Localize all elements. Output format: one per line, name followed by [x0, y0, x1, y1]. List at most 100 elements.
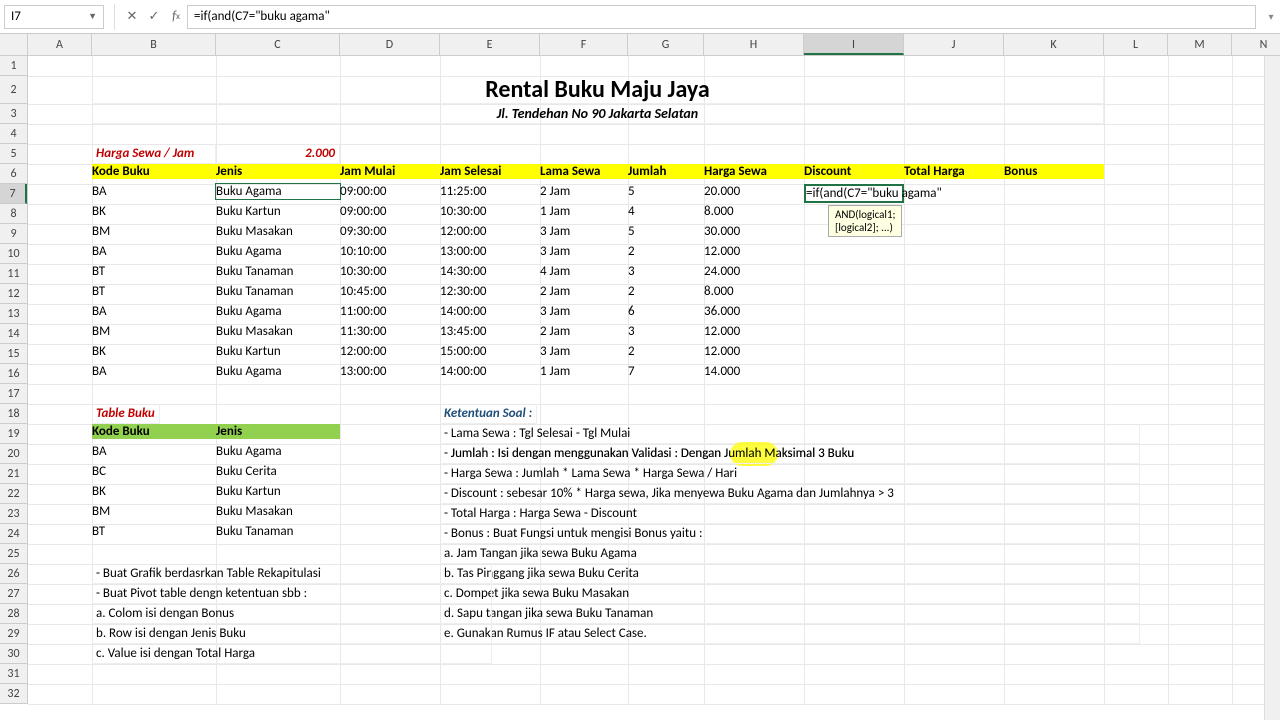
- row-header-19[interactable]: 19: [0, 424, 27, 444]
- formula-input[interactable]: =if(and(C7="buku agama": [187, 5, 1256, 29]
- row-header-4[interactable]: 4: [0, 124, 27, 144]
- vertical-scrollbar[interactable]: [1264, 56, 1280, 720]
- buku-kode-0[interactable]: BA: [92, 444, 216, 459]
- row-header-3[interactable]: 3: [0, 104, 27, 124]
- cell-r7-c7[interactable]: =if(and(C7="buku agama": [804, 184, 904, 203]
- cell-r13-c5[interactable]: 6: [628, 304, 704, 319]
- cell-r11-c3[interactable]: 14:30:00: [440, 264, 540, 279]
- cell-r9-c0[interactable]: BM: [92, 224, 216, 239]
- cell-r9-c3[interactable]: 12:00:00: [440, 224, 540, 239]
- col-header-E[interactable]: E: [440, 34, 540, 55]
- cell-r8-c2[interactable]: 09:00:00: [340, 204, 440, 219]
- cell-r11-c6[interactable]: 24.000: [704, 264, 804, 279]
- cell-r12-c5[interactable]: 2: [628, 284, 704, 299]
- cell-r12-c4[interactable]: 2 Jam: [540, 284, 628, 299]
- col-header-F[interactable]: F: [540, 34, 628, 55]
- cell-r12-c3[interactable]: 12:30:00: [440, 284, 540, 299]
- cell-r15-c0[interactable]: BK: [92, 344, 216, 359]
- col-header-N[interactable]: N: [1232, 34, 1280, 55]
- row-header-30[interactable]: 30: [0, 644, 27, 664]
- row-header-23[interactable]: 23: [0, 504, 27, 524]
- cell-r10-c6[interactable]: 12.000: [704, 244, 804, 259]
- col-header-D[interactable]: D: [340, 34, 440, 55]
- buku-kode-3[interactable]: BM: [92, 504, 216, 519]
- buku-kode-4[interactable]: BT: [92, 524, 216, 539]
- select-all-corner[interactable]: [0, 34, 28, 56]
- cell-r11-c5[interactable]: 3: [628, 264, 704, 279]
- cell-r8-c4[interactable]: 1 Jam: [540, 204, 628, 219]
- row-header-12[interactable]: 12: [0, 284, 27, 304]
- row-header-18[interactable]: 18: [0, 404, 27, 424]
- cell-r7-c0[interactable]: BA: [92, 184, 216, 199]
- buku-jenis-4[interactable]: Buku Tanaman: [216, 524, 340, 539]
- row-header-16[interactable]: 16: [0, 364, 27, 384]
- cell-r7-c2[interactable]: 09:00:00: [340, 184, 440, 199]
- cell-r9-c6[interactable]: 30.000: [704, 224, 804, 239]
- enter-button[interactable]: ✓: [143, 6, 165, 28]
- cell-r15-c6[interactable]: 12.000: [704, 344, 804, 359]
- row-header-22[interactable]: 22: [0, 484, 27, 504]
- expand-formula-icon[interactable]: ▾: [1262, 10, 1280, 23]
- cell-r10-c4[interactable]: 3 Jam: [540, 244, 628, 259]
- cell-r14-c1[interactable]: Buku Masakan: [216, 324, 340, 339]
- cell-r16-c1[interactable]: Buku Agama: [216, 364, 340, 379]
- cancel-button[interactable]: ✕: [121, 6, 143, 28]
- col-header-C[interactable]: C: [216, 34, 340, 55]
- col-header-G[interactable]: G: [628, 34, 704, 55]
- cell-r9-c1[interactable]: Buku Masakan: [216, 224, 340, 239]
- cell-r16-c2[interactable]: 13:00:00: [340, 364, 440, 379]
- cell-r7-c4[interactable]: 2 Jam: [540, 184, 628, 199]
- cell-r11-c1[interactable]: Buku Tanaman: [216, 264, 340, 279]
- cell-r15-c1[interactable]: Buku Kartun: [216, 344, 340, 359]
- cell-r9-c5[interactable]: 5: [628, 224, 704, 239]
- cell-r14-c4[interactable]: 2 Jam: [540, 324, 628, 339]
- cell-r10-c5[interactable]: 2: [628, 244, 704, 259]
- cell-r9-c4[interactable]: 3 Jam: [540, 224, 628, 239]
- row-header-20[interactable]: 20: [0, 444, 27, 464]
- cell-r11-c0[interactable]: BT: [92, 264, 216, 279]
- chevron-down-icon[interactable]: ▼: [88, 11, 97, 22]
- cell-r8-c1[interactable]: Buku Kartun: [216, 204, 340, 219]
- cell-r7-c5[interactable]: 5: [628, 184, 704, 199]
- cell-r11-c4[interactable]: 4 Jam: [540, 264, 628, 279]
- row-header-31[interactable]: 31: [0, 664, 27, 684]
- row-header-27[interactable]: 27: [0, 584, 27, 604]
- col-header-J[interactable]: J: [904, 34, 1004, 55]
- cell-r13-c2[interactable]: 11:00:00: [340, 304, 440, 319]
- cell-r13-c6[interactable]: 36.000: [704, 304, 804, 319]
- cell-r12-c6[interactable]: 8.000: [704, 284, 804, 299]
- col-header-A[interactable]: A: [28, 34, 92, 55]
- row-header-7[interactable]: 7: [0, 184, 27, 204]
- buku-jenis-0[interactable]: Buku Agama: [216, 444, 340, 459]
- fx-button[interactable]: fx: [165, 6, 187, 28]
- cell-r10-c2[interactable]: 10:10:00: [340, 244, 440, 259]
- cell-r14-c5[interactable]: 3: [628, 324, 704, 339]
- buku-kode-2[interactable]: BK: [92, 484, 216, 499]
- spreadsheet-grid[interactable]: ABCDEFGHIJKLMN 1234567891011121314151617…: [0, 34, 1280, 720]
- col-header-I[interactable]: I: [804, 34, 904, 55]
- cell-r16-c3[interactable]: 14:00:00: [440, 364, 540, 379]
- row-header-9[interactable]: 9: [0, 224, 27, 244]
- row-header-13[interactable]: 13: [0, 304, 27, 324]
- col-header-M[interactable]: M: [1168, 34, 1232, 55]
- row-header-14[interactable]: 14: [0, 324, 27, 344]
- cell-r14-c3[interactable]: 13:45:00: [440, 324, 540, 339]
- cell-r15-c4[interactable]: 3 Jam: [540, 344, 628, 359]
- col-header-L[interactable]: L: [1104, 34, 1168, 55]
- cell-r13-c1[interactable]: Buku Agama: [216, 304, 340, 319]
- row-header-5[interactable]: 5: [0, 144, 27, 164]
- row-header-25[interactable]: 25: [0, 544, 27, 564]
- cell-r13-c0[interactable]: BA: [92, 304, 216, 319]
- buku-jenis-2[interactable]: Buku Kartun: [216, 484, 340, 499]
- col-header-K[interactable]: K: [1004, 34, 1104, 55]
- row-header-2[interactable]: 2: [0, 76, 27, 104]
- row-header-10[interactable]: 10: [0, 244, 27, 264]
- cell-r8-c3[interactable]: 10:30:00: [440, 204, 540, 219]
- row-header-26[interactable]: 26: [0, 564, 27, 584]
- cell-r15-c3[interactable]: 15:00:00: [440, 344, 540, 359]
- name-box[interactable]: I7 ▼: [4, 5, 104, 29]
- row-header-29[interactable]: 29: [0, 624, 27, 644]
- cell-r9-c2[interactable]: 09:30:00: [340, 224, 440, 239]
- row-header-21[interactable]: 21: [0, 464, 27, 484]
- row-header-11[interactable]: 11: [0, 264, 27, 284]
